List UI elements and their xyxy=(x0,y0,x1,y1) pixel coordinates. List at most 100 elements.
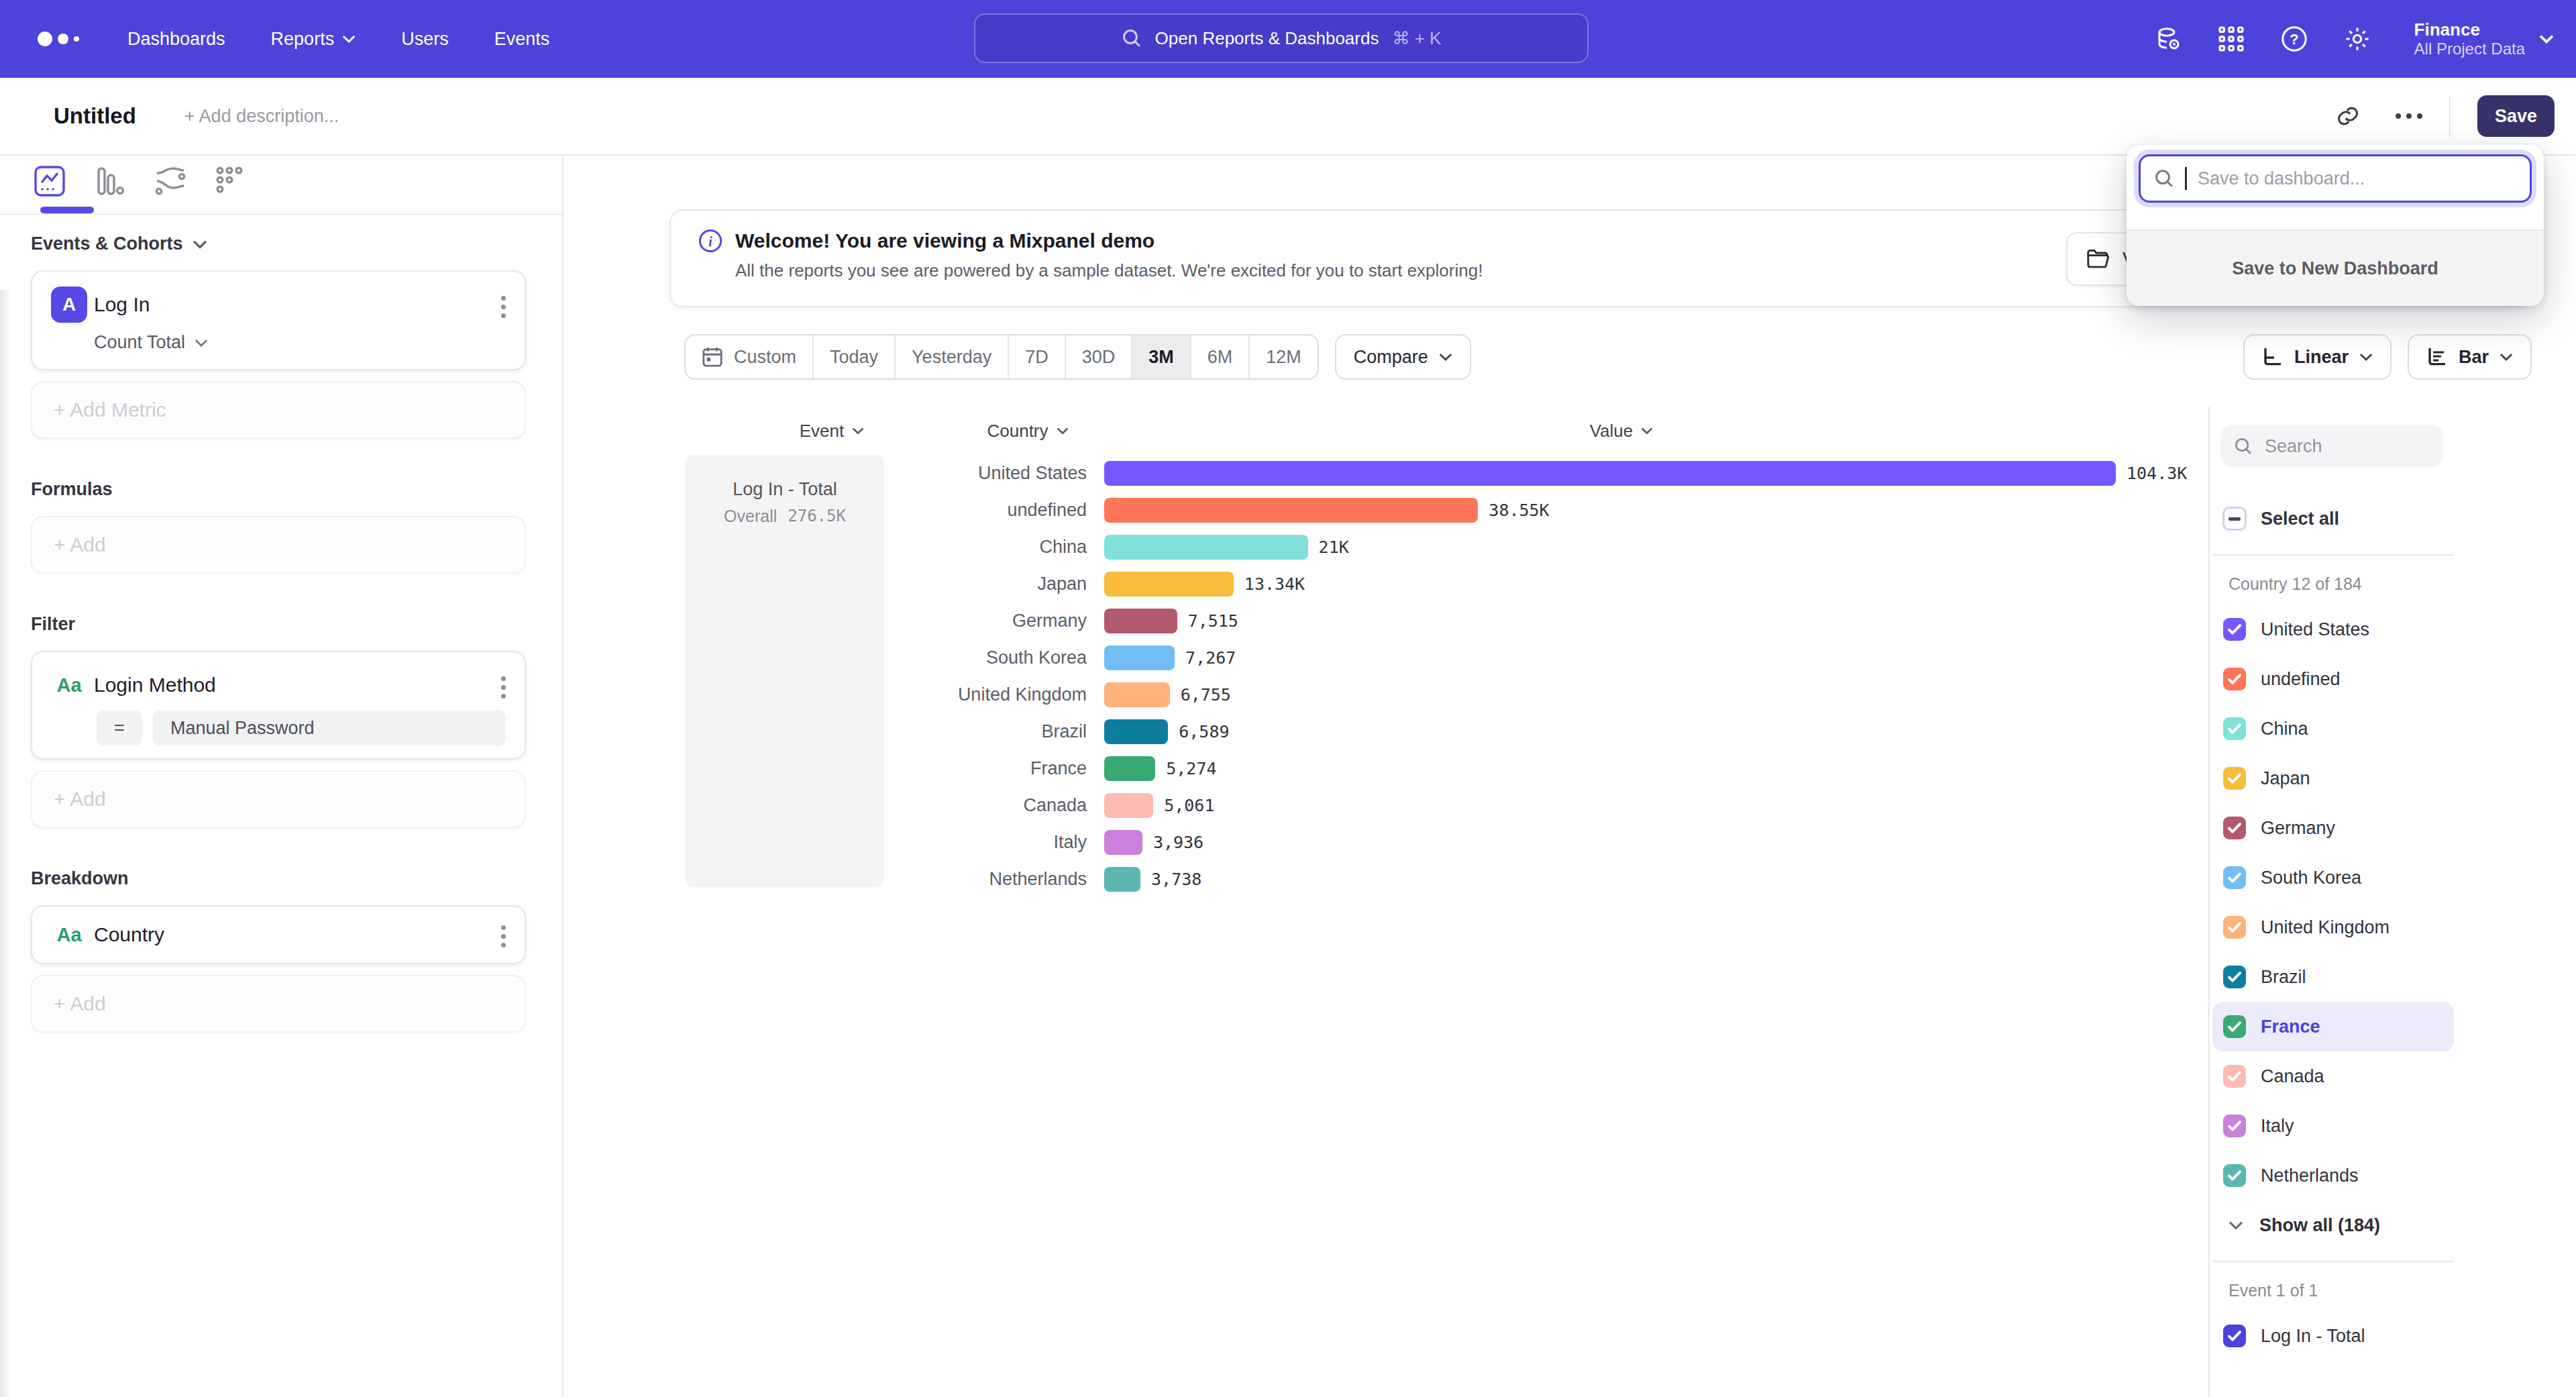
scale-selector[interactable]: Linear xyxy=(2243,334,2392,380)
country-checkbox[interactable] xyxy=(2223,1164,2246,1187)
country-checkbox[interactable] xyxy=(2223,618,2246,641)
metric-card-login[interactable]: A Log In Count Total xyxy=(31,270,526,370)
save-to-dashboard-popover: Save to dashboard... Save to New Dashboa… xyxy=(2127,145,2544,306)
event-checkbox[interactable] xyxy=(2223,1325,2246,1347)
filter-card-login-method[interactable]: Aa Login Method = Manual Password xyxy=(31,651,526,760)
event-group-label: Event 1 of 1 xyxy=(2212,1281,2557,1300)
add-filter-button[interactable]: + Add xyxy=(31,770,526,828)
tab-flows[interactable] xyxy=(153,164,188,199)
country-checkbox[interactable] xyxy=(2223,1115,2246,1137)
date-range-12m[interactable]: 12M xyxy=(1250,335,1318,378)
bar-segment[interactable] xyxy=(1104,756,1155,781)
nav-item-users[interactable]: Users xyxy=(401,29,449,50)
tab-funnels[interactable] xyxy=(93,164,127,199)
nav-item-dashboards[interactable]: Dashboards xyxy=(127,29,225,50)
chart-type-selector[interactable]: Bar xyxy=(2408,334,2532,380)
apps-grid-icon[interactable] xyxy=(2217,25,2245,53)
tab-retention[interactable] xyxy=(213,164,248,199)
column-header-event[interactable]: Event xyxy=(733,421,931,442)
date-range-7d[interactable]: 7D xyxy=(1009,335,1066,378)
bar-segment[interactable] xyxy=(1104,498,1478,523)
bar-segment[interactable] xyxy=(1104,682,1170,707)
country-filter-row-canada[interactable]: Canada xyxy=(2212,1051,2454,1101)
save-to-new-dashboard-button[interactable]: Save to New Dashboard xyxy=(2127,229,2544,306)
bar-segment[interactable] xyxy=(1104,572,1234,597)
add-breakdown-button[interactable]: + Add xyxy=(31,975,526,1033)
breakdown-card-country[interactable]: Aa Country xyxy=(31,905,526,964)
save-dashboard-search-input[interactable]: Save to dashboard... xyxy=(2139,154,2532,203)
chevron-down-icon xyxy=(1439,352,1452,362)
select-all-checkbox[interactable] xyxy=(2223,507,2246,530)
string-property-icon: Aa xyxy=(51,917,87,953)
settings-gear-icon[interactable] xyxy=(2343,25,2371,53)
date-range-6m[interactable]: 6M xyxy=(1191,335,1250,378)
date-range-3m[interactable]: 3M xyxy=(1132,335,1191,378)
country-filter-row-france[interactable]: France xyxy=(2212,1002,2454,1051)
country-checkbox[interactable] xyxy=(2223,668,2246,690)
bar-segment[interactable] xyxy=(1104,609,1177,633)
date-range-custom[interactable]: Custom xyxy=(686,335,814,378)
date-range-yesterday[interactable]: Yesterday xyxy=(896,335,1009,378)
country-filter-row-undefined[interactable]: undefined xyxy=(2212,654,2454,704)
report-title[interactable]: Untitled xyxy=(54,103,136,129)
nav-item-reports[interactable]: Reports xyxy=(271,29,356,50)
filter-kebab-icon[interactable] xyxy=(501,676,506,698)
project-switcher[interactable]: Finance All Project Data xyxy=(2414,19,2555,58)
events-cohorts-header[interactable]: Events & Cohorts xyxy=(31,234,526,254)
mixpanel-logo[interactable] xyxy=(38,32,79,46)
nav-item-events[interactable]: Events xyxy=(494,29,550,50)
select-all-row[interactable]: Select all xyxy=(2212,494,2454,544)
country-label: France xyxy=(2261,1017,2320,1037)
country-checkbox[interactable] xyxy=(2223,717,2246,740)
country-checkbox[interactable] xyxy=(2223,1015,2246,1038)
tab-insights[interactable] xyxy=(32,164,67,199)
bar-segment[interactable] xyxy=(1104,719,1168,744)
date-range-today[interactable]: Today xyxy=(814,335,896,378)
bar-segment[interactable] xyxy=(1104,867,1140,892)
show-all-button[interactable]: Show all (184) xyxy=(2212,1200,2557,1250)
bar-segment[interactable] xyxy=(1104,793,1153,818)
country-filter-row-united-kingdom[interactable]: United Kingdom xyxy=(2212,902,2454,952)
aggregation-selector[interactable]: Count Total xyxy=(94,332,506,353)
more-options-icon[interactable] xyxy=(2396,113,2422,119)
date-range-30d[interactable]: 30D xyxy=(1066,335,1133,378)
country-filter-row-netherlands[interactable]: Netherlands xyxy=(2212,1151,2454,1200)
add-description[interactable]: + Add description... xyxy=(184,106,339,127)
data-management-icon[interactable] xyxy=(2154,25,2182,53)
filter-value[interactable]: Manual Password xyxy=(153,710,506,746)
column-header-value[interactable]: Value xyxy=(1096,421,2147,442)
bar-segment[interactable] xyxy=(1104,461,2116,486)
country-filter-row-brazil[interactable]: Brazil xyxy=(2212,952,2454,1002)
filter-operator[interactable]: = xyxy=(97,710,142,746)
country-filter-row-south-korea[interactable]: South Korea xyxy=(2212,853,2454,902)
country-checkbox[interactable] xyxy=(2223,966,2246,988)
event-filter-row[interactable]: Log In - Total xyxy=(2212,1311,2454,1361)
bar-row-netherlands: Netherlands3,738 xyxy=(884,861,2208,898)
country-checkbox[interactable] xyxy=(2223,916,2246,939)
bar-segment[interactable] xyxy=(1104,645,1175,670)
country-filter-row-japan[interactable]: Japan xyxy=(2212,754,2454,803)
compare-button[interactable]: Compare xyxy=(1335,334,1471,380)
country-filter-row-germany[interactable]: Germany xyxy=(2212,803,2454,853)
country-checkbox[interactable] xyxy=(2223,817,2246,839)
country-checkbox[interactable] xyxy=(2223,866,2246,889)
bar-segment[interactable] xyxy=(1104,535,1308,560)
copy-link-icon[interactable] xyxy=(2335,103,2361,129)
global-search[interactable]: Open Reports & Dashboards ⌘ + K xyxy=(974,13,1589,63)
column-header-country[interactable]: Country xyxy=(935,421,1120,442)
add-formula-button[interactable]: + Add xyxy=(31,516,526,574)
help-icon[interactable]: ? xyxy=(2280,25,2308,53)
add-metric-button[interactable]: + Add Metric xyxy=(31,381,526,439)
country-checkbox[interactable] xyxy=(2223,1065,2246,1088)
country-filter-row-china[interactable]: China xyxy=(2212,704,2454,754)
save-button[interactable]: Save xyxy=(2477,95,2555,137)
project-name: Finance xyxy=(2414,19,2525,40)
bar-segment[interactable] xyxy=(1104,830,1142,855)
breakdown-kebab-icon[interactable] xyxy=(501,925,506,947)
series-search-input[interactable]: Search xyxy=(2220,425,2443,467)
metric-kebab-icon[interactable] xyxy=(501,296,506,318)
country-filter-row-united-states[interactable]: United States xyxy=(2212,605,2454,654)
country-checkbox[interactable] xyxy=(2223,767,2246,790)
chevron-down-icon xyxy=(1057,427,1069,435)
country-filter-row-italy[interactable]: Italy xyxy=(2212,1101,2454,1151)
